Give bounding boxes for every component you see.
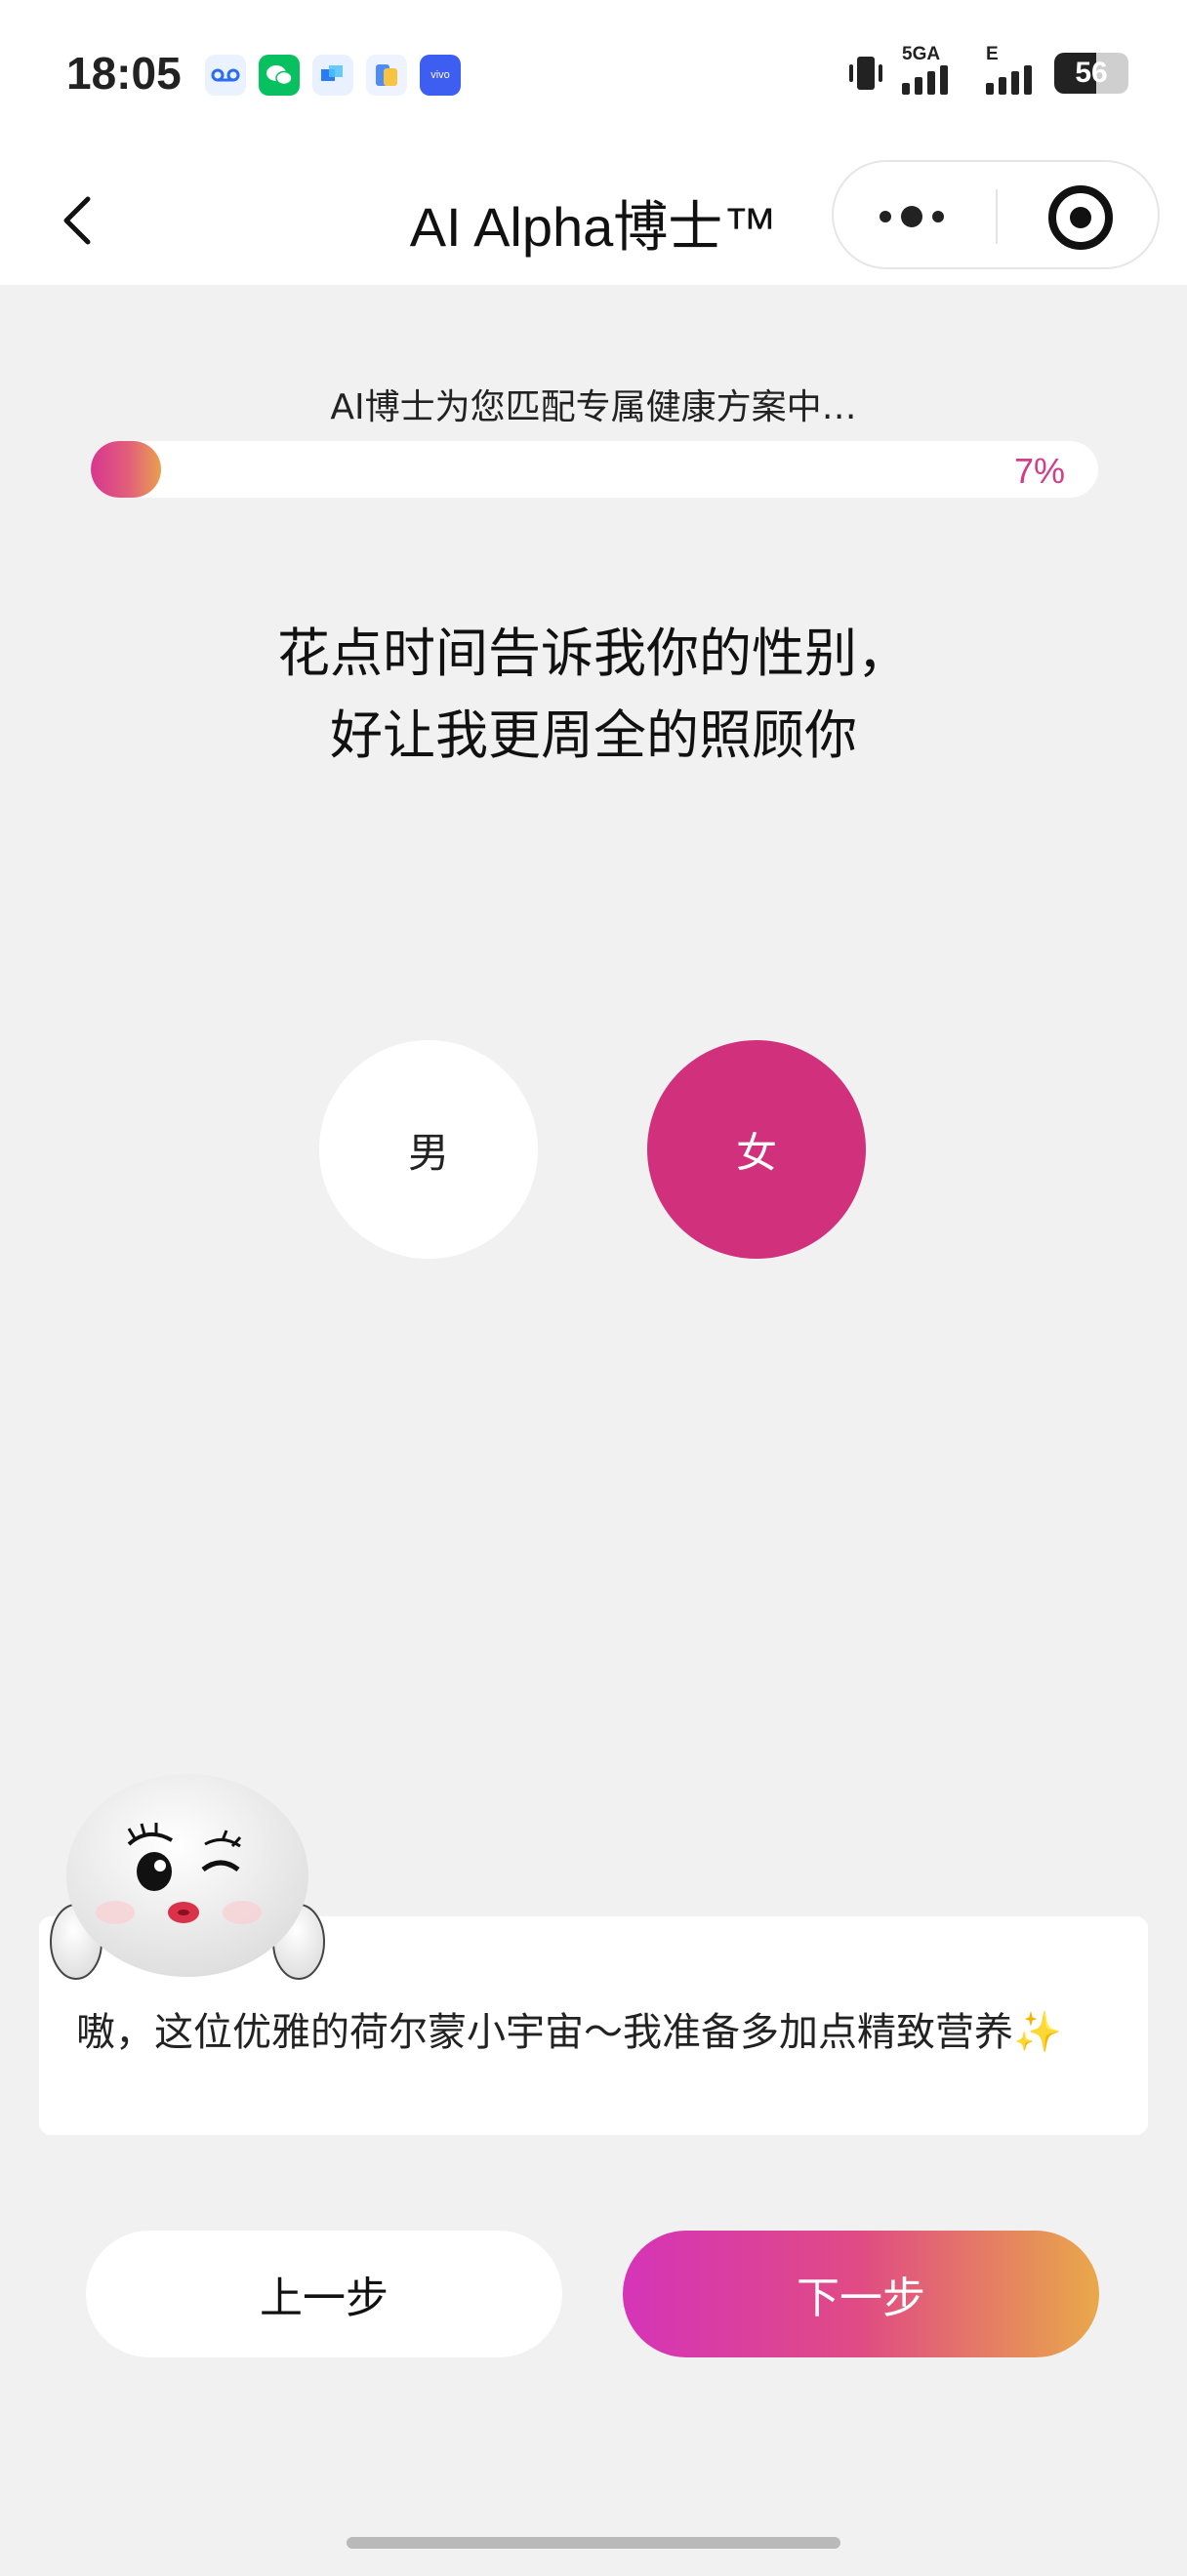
option-female-button[interactable]: 女 xyxy=(647,1040,866,1259)
vivo-icon: vivo xyxy=(420,55,461,96)
more-button[interactable] xyxy=(863,187,961,246)
voicemail-icon xyxy=(205,55,246,96)
signal-5ga-icon: 5GA xyxy=(902,44,972,95)
miniprogram-capsule xyxy=(832,160,1160,269)
system-icons: 5GA E 56 xyxy=(843,44,1128,98)
capsule-divider xyxy=(996,189,998,244)
progress-caption: AI博士为您匹配专属健康方案中… xyxy=(330,387,857,427)
speech-text: 嗷，这位优雅的荷尔蒙小宇宙～我准备多加点精致营养✨ xyxy=(76,2010,1062,2055)
wechat-icon xyxy=(259,55,300,96)
status-time: 18:05 xyxy=(66,48,182,99)
progress-bar: 7% xyxy=(91,441,1098,498)
status-bar: 18:05 vivo 5GA E 56 xyxy=(0,0,1187,154)
question-line-1: 花点时间告诉我你的性别， xyxy=(277,623,910,684)
files-icon xyxy=(366,55,407,96)
vibrate-icon xyxy=(849,57,882,90)
signal-e-icon: E xyxy=(986,44,1041,95)
close-miniprogram-button[interactable] xyxy=(1048,185,1113,250)
progress-percent: 7% xyxy=(1013,451,1065,491)
question-line-2: 好让我更周全的照顾你 xyxy=(330,704,857,766)
previous-step-button[interactable]: 上一步 xyxy=(86,2231,562,2357)
home-indicator[interactable] xyxy=(347,2537,840,2549)
battery-icon: 56 xyxy=(1054,53,1128,94)
navigation-header: AI Alpha博士™ xyxy=(0,154,1187,285)
question-text: 花点时间告诉我你的性别， 好让我更周全的照顾你 xyxy=(0,613,1187,777)
target-circle-icon xyxy=(1070,207,1091,228)
more-dots-icon xyxy=(880,211,891,222)
next-step-button[interactable]: 下一步 xyxy=(623,2231,1099,2357)
progress-fill xyxy=(91,441,162,498)
blue-app-icon xyxy=(312,55,353,96)
mascot-character-icon xyxy=(50,1774,325,1980)
option-male-button[interactable]: 男 xyxy=(319,1040,538,1259)
